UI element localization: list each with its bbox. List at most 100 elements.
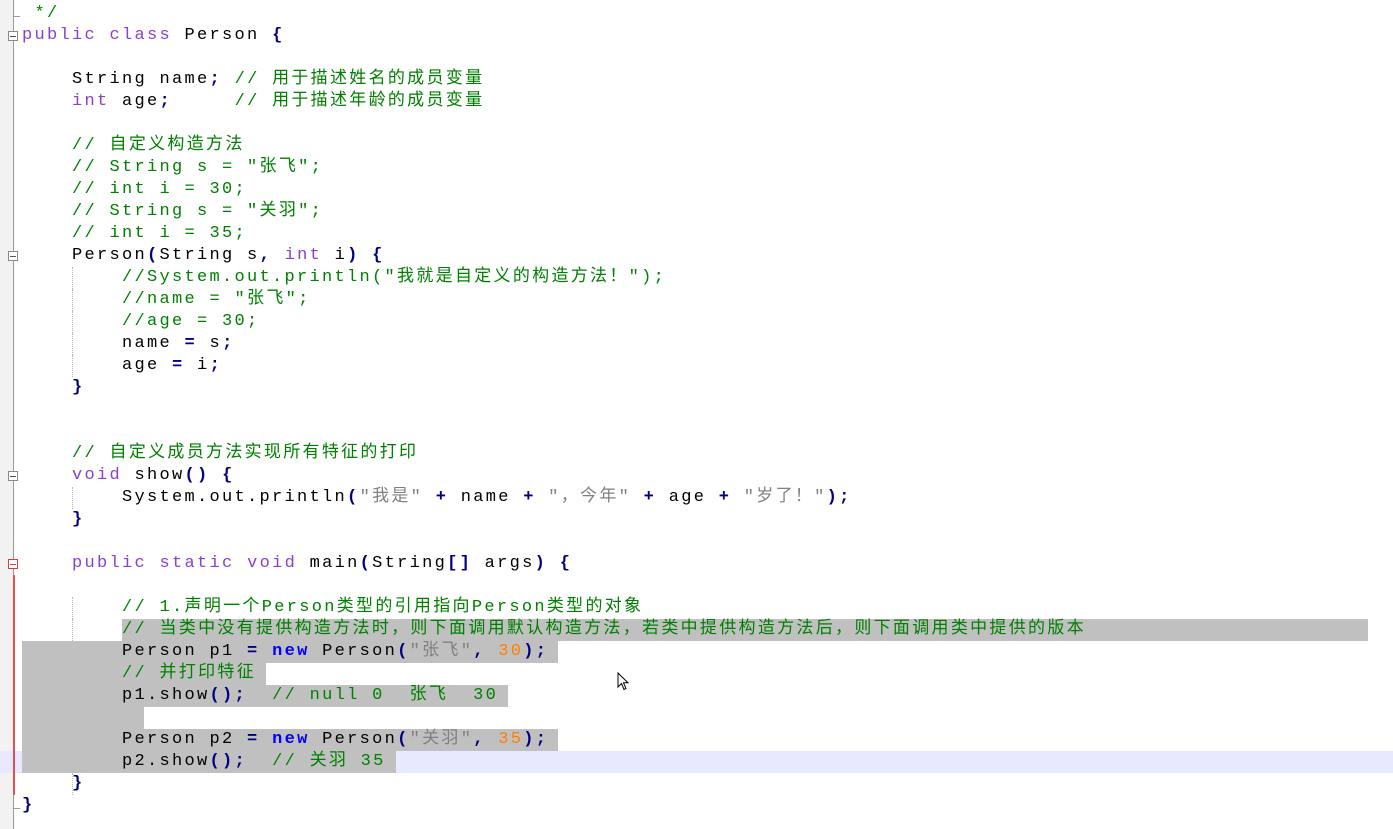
code-line[interactable]: */ bbox=[0, 3, 1393, 25]
code-line[interactable]: // 当类中没有提供构造方法时，则下面调用默认构造方法，若类中提供构造方法后，则… bbox=[0, 619, 1393, 641]
keyword-token: void bbox=[247, 554, 298, 573]
code-token: Person p1 bbox=[22, 642, 248, 661]
string-token: "，今年" bbox=[548, 488, 632, 507]
code-text: } bbox=[22, 773, 85, 795]
code-line[interactable]: // 自定义成员方法实现所有特征的打印 bbox=[0, 443, 1393, 465]
active-fold-bar bbox=[13, 707, 15, 729]
code-line[interactable]: //name = "张飞"; bbox=[0, 289, 1393, 311]
code-line[interactable] bbox=[0, 531, 1393, 553]
code-line[interactable]: void show() { bbox=[0, 465, 1393, 487]
operator-token: ( bbox=[347, 488, 360, 507]
code-line[interactable]: } bbox=[0, 377, 1393, 399]
code-line[interactable]: // int i = 35; bbox=[0, 223, 1393, 245]
string-token: "张飞" bbox=[409, 642, 474, 661]
code-line[interactable]: p1.show(); // null 0 张飞 30 bbox=[0, 685, 1393, 707]
code-line[interactable] bbox=[0, 399, 1393, 421]
code-text: // 自定义成员方法实现所有特征的打印 bbox=[22, 443, 418, 465]
code-text: // String s = "张飞"; bbox=[22, 157, 323, 179]
code-line[interactable]: // 自定义构造方法 bbox=[0, 135, 1393, 157]
active-fold-bar bbox=[13, 619, 15, 641]
keyword-token: new bbox=[272, 642, 310, 661]
active-fold-bar bbox=[13, 729, 15, 751]
code-token: String s bbox=[159, 246, 260, 265]
comment-token: // 用于描述姓名的成员变量 bbox=[234, 70, 485, 89]
operator-token: ); bbox=[523, 730, 549, 749]
code-line[interactable]: //System.out.println("我就是自定义的构造方法！"); bbox=[0, 267, 1393, 289]
comment-token: //age = 30; bbox=[122, 312, 260, 331]
operator-token: ; bbox=[209, 356, 223, 375]
code-token: show bbox=[122, 466, 185, 485]
fold-collapse-icon[interactable] bbox=[8, 31, 18, 41]
fold-collapse-icon[interactable] bbox=[8, 471, 18, 481]
code-line[interactable]: String name; // 用于描述姓名的成员变量 bbox=[0, 69, 1393, 91]
code-line[interactable]: // String s = "张飞"; bbox=[0, 157, 1393, 179]
comment-token: // 自定义构造方法 bbox=[72, 136, 245, 155]
code-token: age bbox=[109, 92, 160, 111]
code-line[interactable] bbox=[0, 421, 1393, 443]
code-line[interactable] bbox=[0, 47, 1393, 69]
active-fold-bar bbox=[13, 773, 15, 795]
code-line[interactable]: // String s = "关羽"; bbox=[0, 201, 1393, 223]
code-line[interactable]: public class Person { bbox=[0, 25, 1393, 47]
operator-token: [] bbox=[447, 554, 473, 573]
code-line[interactable] bbox=[0, 113, 1393, 135]
code-token: age bbox=[656, 488, 719, 507]
code-line[interactable] bbox=[0, 707, 1393, 729]
code-text: //System.out.println("我就是自定义的构造方法！"); bbox=[22, 267, 666, 289]
code-line[interactable]: // int i = 30; bbox=[0, 179, 1393, 201]
active-fold-bar bbox=[13, 641, 15, 663]
string-token: "关羽" bbox=[409, 730, 474, 749]
code-line[interactable]: System.out.println("我是" + name + "，今年" +… bbox=[0, 487, 1393, 509]
code-line[interactable]: int age; // 用于描述年龄的成员变量 bbox=[0, 91, 1393, 113]
code-line[interactable]: Person p1 = new Person("张飞", 30); bbox=[0, 641, 1393, 663]
code-token: String bbox=[372, 554, 448, 573]
operator-token: } bbox=[22, 796, 35, 815]
code-line[interactable]: Person p2 = new Person("关羽", 35); bbox=[0, 729, 1393, 751]
operator-token: = bbox=[247, 730, 260, 749]
code-line[interactable]: name = s; bbox=[0, 333, 1393, 355]
code-line[interactable]: } bbox=[0, 773, 1393, 795]
code-line[interactable]: age = i; bbox=[0, 355, 1393, 377]
number-token: 35 bbox=[498, 730, 524, 749]
keyword-token: int bbox=[284, 246, 323, 265]
code-line[interactable]: // 1.声明一个Person类型的引用指向Person类型的对象 bbox=[0, 597, 1393, 619]
operator-token: { bbox=[372, 246, 385, 265]
code-line[interactable]: // 并打印特征 bbox=[0, 663, 1393, 685]
code-line[interactable]: } bbox=[0, 795, 1393, 817]
code-line[interactable]: Person(String s, int i) { bbox=[0, 245, 1393, 267]
comment-token: // 用于描述年龄的成员变量 bbox=[234, 92, 485, 111]
code-text: //age = 30; bbox=[22, 311, 260, 333]
code-line[interactable]: } bbox=[0, 509, 1393, 531]
code-line[interactable] bbox=[0, 575, 1393, 597]
fold-end-marker bbox=[13, 3, 20, 17]
fold-collapse-icon[interactable] bbox=[8, 559, 18, 569]
code-token: args bbox=[472, 554, 535, 573]
code-text: System.out.println("我是" + name + "，今年" +… bbox=[22, 487, 852, 509]
code-line[interactable]: //age = 30; bbox=[0, 311, 1393, 333]
operator-token: + bbox=[435, 488, 449, 507]
operator-token: ) bbox=[534, 554, 548, 573]
operator-token: ( bbox=[147, 246, 160, 265]
operator-token: { bbox=[559, 554, 573, 573]
code-line[interactable]: public static void main(String[] args) { bbox=[0, 553, 1393, 575]
code-text: // 自定义构造方法 bbox=[22, 135, 245, 157]
comment-token: // 并打印特征 bbox=[122, 664, 257, 683]
current-line[interactable]: p2.show(); // 关羽 35 bbox=[0, 751, 1393, 773]
fold-collapse-icon[interactable] bbox=[8, 251, 18, 261]
code-text: String name; // 用于描述姓名的成员变量 bbox=[22, 69, 484, 91]
code-editor[interactable]: */ public class Person { String name; // … bbox=[0, 3, 1393, 817]
